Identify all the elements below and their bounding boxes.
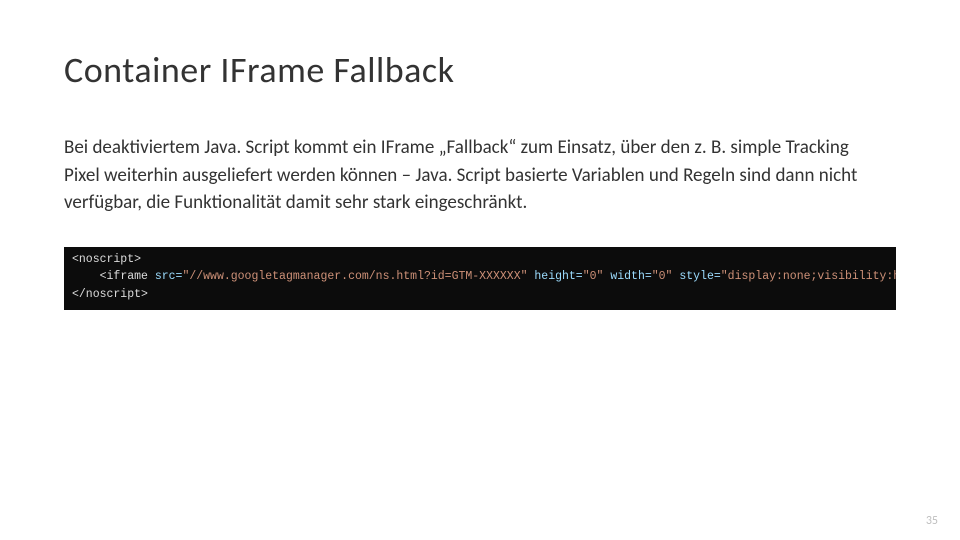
code-attr-height: height= bbox=[528, 270, 583, 283]
code-val-height: "0" bbox=[583, 270, 604, 283]
slide-body-text: Bei deaktiviertem Java. Script kommt ein… bbox=[64, 134, 884, 217]
page-number: 35 bbox=[926, 514, 938, 528]
code-attr-style: style= bbox=[672, 270, 720, 283]
code-val-style: "display:none;visibility:hidden" bbox=[721, 270, 896, 283]
code-val-src: "//www.googletagmanager.com/ns.html?id=G… bbox=[182, 270, 527, 283]
slide: Container IFrame Fallback Bei deaktivier… bbox=[0, 0, 960, 540]
code-attr-width: width= bbox=[603, 270, 651, 283]
code-indent bbox=[72, 270, 100, 283]
code-noscript-close: </noscript> bbox=[72, 288, 148, 301]
code-attr-src: src= bbox=[155, 270, 183, 283]
code-val-width: "0" bbox=[652, 270, 673, 283]
code-noscript-open: <noscript> bbox=[72, 253, 141, 266]
slide-title: Container IFrame Fallback bbox=[64, 48, 896, 92]
code-block: <noscript> <iframe src="//www.googletagm… bbox=[64, 247, 896, 310]
code-iframe-open: <iframe bbox=[100, 270, 155, 283]
